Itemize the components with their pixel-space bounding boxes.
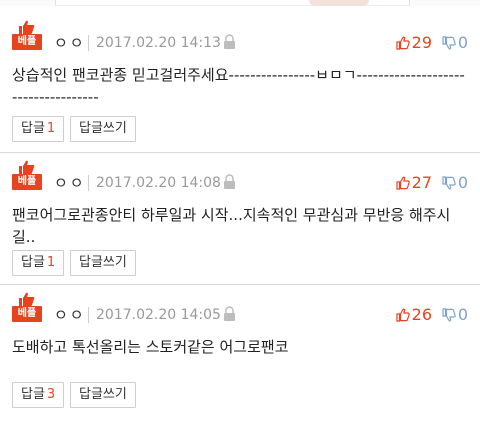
like-button[interactable]: 27 — [396, 173, 432, 193]
dislike-button[interactable]: 0 — [442, 33, 468, 53]
divider — [88, 307, 89, 323]
comment-date: 2017.02.20 14:08 — [96, 175, 221, 191]
dislike-count: 0 — [457, 33, 468, 52]
like-count: 27 — [411, 173, 432, 192]
comment-date: 2017.02.20 14:13 — [96, 35, 221, 51]
lock-icon[interactable] — [223, 174, 236, 190]
comment-item: 베플 ㅇㅇ 2017.02.20 14:08 27 0 팬코어그로관종안티 하루… — [0, 160, 480, 292]
best-comment-badge: 베플 — [12, 20, 42, 52]
comment-text: 상습적인 팬코관종 믿고걸러주세요----------------ㅂㅁㄱ----… — [12, 66, 465, 106]
comment-text: 도배하고 톡선올리는 스토커같은 어그로팬코 — [12, 338, 289, 356]
thumbs-up-icon — [396, 308, 410, 322]
reply-button[interactable]: 답글 1 — [12, 250, 65, 276]
best-label: 베플 — [12, 174, 42, 190]
like-button[interactable]: 29 — [396, 33, 432, 53]
dislike-count: 0 — [457, 173, 468, 192]
like-count: 29 — [411, 33, 432, 52]
dislike-button[interactable]: 0 — [442, 173, 468, 193]
reply-label: 답글 — [21, 387, 45, 402]
nickname[interactable]: ㅇㅇ — [54, 34, 86, 52]
previous-content-strip — [0, 0, 480, 6]
best-label: 베플 — [12, 306, 42, 322]
reply-button[interactable]: 답글 1 — [12, 116, 65, 142]
thumbs-up-badge-icon — [19, 20, 35, 34]
reply-label: 답글 — [21, 255, 45, 270]
lock-icon[interactable] — [223, 34, 236, 50]
like-button[interactable]: 26 — [396, 305, 432, 325]
write-reply-button[interactable]: 답글쓰기 — [70, 116, 136, 142]
comment-text: 팬코어그로관종안티 하루일과 시작...지속적인 무관심과 무반응 해주시길.. — [12, 206, 451, 246]
best-label: 베플 — [12, 34, 42, 50]
reply-count: 1 — [46, 121, 56, 136]
thumbs-up-badge-icon — [19, 292, 35, 306]
thumbs-down-icon — [442, 36, 456, 50]
comment-item: 베플 ㅇㅇ 2017.02.20 14:13 29 0 상습적인 팬코관종 믿고… — [0, 20, 480, 152]
divider — [88, 175, 89, 191]
write-reply-button[interactable]: 답글쓰기 — [70, 250, 136, 276]
comment-separator — [0, 284, 480, 285]
nickname[interactable]: ㅇㅇ — [54, 174, 86, 192]
previous-image — [55, 0, 410, 6]
thumbs-down-icon — [442, 308, 456, 322]
reply-count: 1 — [46, 255, 56, 270]
lock-icon[interactable] — [223, 306, 236, 322]
comment-separator — [0, 152, 480, 153]
thumbs-up-icon — [396, 36, 410, 50]
nickname[interactable]: ㅇㅇ — [54, 306, 86, 324]
dislike-button[interactable]: 0 — [442, 305, 468, 325]
reply-count: 3 — [46, 387, 56, 402]
best-comment-badge: 베플 — [12, 160, 42, 192]
divider — [88, 35, 89, 51]
dislike-count: 0 — [457, 305, 468, 324]
like-count: 26 — [411, 305, 432, 324]
best-comment-badge: 베플 — [12, 292, 42, 324]
thumbs-up-badge-icon — [19, 160, 35, 174]
write-reply-button[interactable]: 답글쓰기 — [70, 382, 136, 408]
comment-item: 베플 ㅇㅇ 2017.02.20 14:05 26 0 도배하고 톡선올리는 스… — [0, 292, 480, 424]
reply-button[interactable]: 답글 3 — [12, 382, 65, 408]
comment-date: 2017.02.20 14:05 — [96, 307, 221, 323]
reply-label: 답글 — [21, 121, 45, 136]
thumbs-up-icon — [396, 176, 410, 190]
thumbs-down-icon — [442, 176, 456, 190]
